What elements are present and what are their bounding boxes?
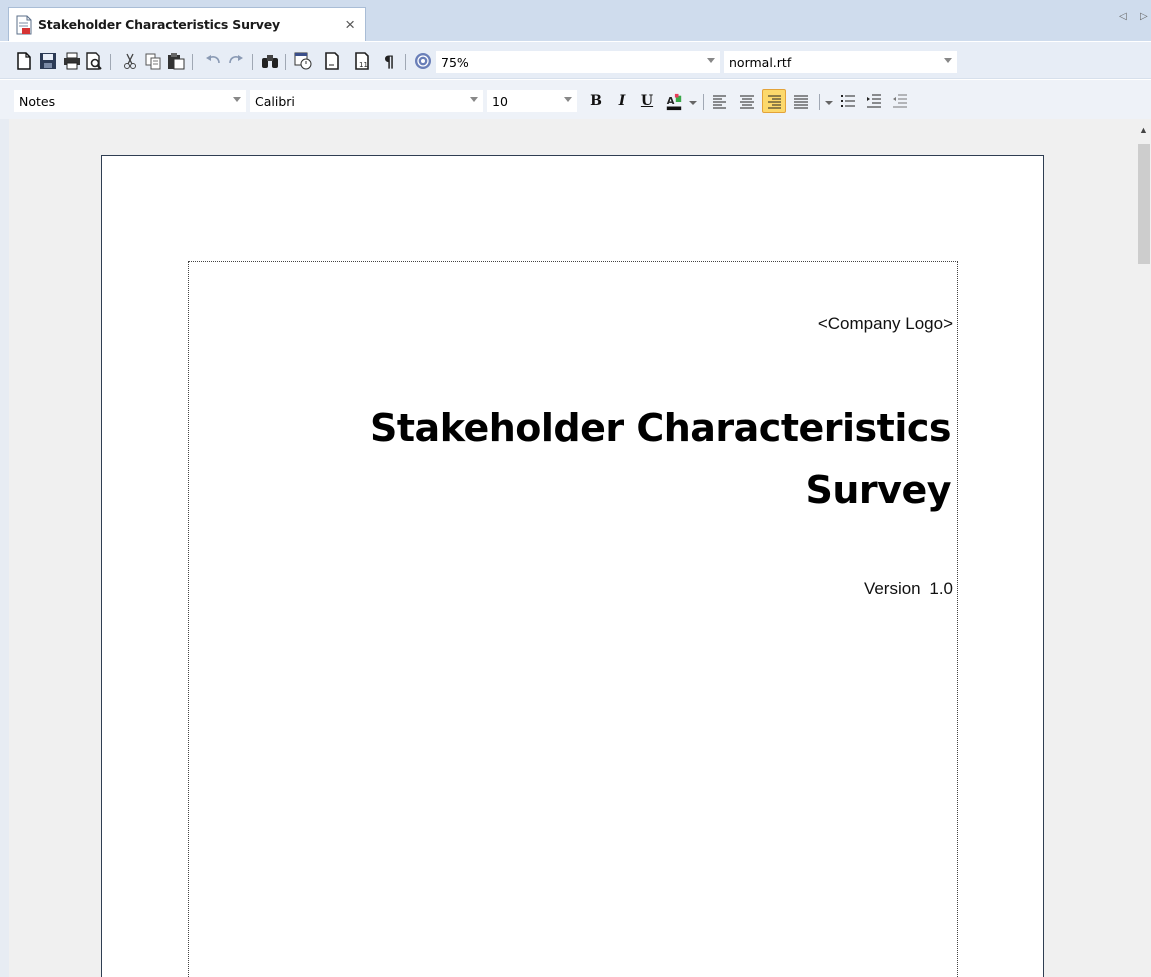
decrease-indent-icon[interactable] (888, 89, 912, 113)
toolbar-separator (819, 94, 820, 110)
company-logo-placeholder: <Company Logo> (817, 314, 953, 333)
chevron-down-icon[interactable] (944, 58, 952, 63)
document-title: Stakeholder Characteristics Survey (370, 406, 951, 512)
chevron-down-icon[interactable] (707, 58, 715, 63)
chevron-down-icon[interactable] (688, 93, 698, 113)
page-number-icon[interactable]: 11 (352, 51, 372, 71)
toolbar-separator (252, 54, 253, 70)
insert-date-icon[interactable] (293, 51, 313, 71)
toolbar-separator (285, 54, 286, 70)
align-center-button[interactable] (735, 89, 759, 113)
toolbar-separator (703, 94, 704, 110)
align-justify-button[interactable] (789, 89, 813, 113)
copy-icon[interactable] (143, 51, 163, 71)
bullet-list-icon[interactable] (836, 89, 860, 113)
toolbar-separator (110, 54, 111, 70)
help-icon[interactable] (413, 51, 433, 71)
scroll-tabs-right-icon[interactable]: ▷ (1140, 11, 1148, 22)
chevron-down-icon[interactable] (233, 97, 241, 102)
scrollbar-thumb[interactable] (1138, 144, 1150, 264)
tab-document[interactable]: Stakeholder Characteristics Survey × (8, 7, 366, 41)
template-value: normal.rtf (729, 54, 792, 70)
font-size-select[interactable]: 10 (487, 90, 577, 112)
chevron-down-icon[interactable] (824, 93, 834, 113)
scroll-tabs-left-icon[interactable]: ◁ (1119, 11, 1127, 22)
bold-button[interactable]: B (587, 91, 605, 111)
chevron-down-icon[interactable] (470, 97, 478, 102)
undo-icon[interactable] (203, 51, 223, 71)
increase-indent-icon[interactable] (862, 89, 886, 113)
zoom-value: 75% (441, 54, 469, 70)
paste-icon[interactable] (166, 51, 186, 71)
cut-icon[interactable] (120, 51, 140, 71)
rtf-document-icon (16, 15, 32, 34)
standard-toolbar: 11 ¶ 75% normal.rtf (0, 41, 1151, 79)
font-select[interactable]: Calibri (250, 90, 483, 112)
underline-button[interactable]: U (638, 91, 656, 111)
text-color-icon[interactable]: A (662, 90, 686, 114)
page-margin-boundary: <Company Logo> Stakeholder Characteristi… (188, 261, 958, 977)
document-version: Version 1.0 (863, 579, 953, 598)
italic-button[interactable]: I (613, 91, 631, 111)
document-editor[interactable]: <Company Logo> Stakeholder Characteristi… (0, 119, 1151, 977)
find-icon[interactable] (260, 51, 280, 71)
template-select[interactable]: normal.rtf (724, 51, 957, 73)
toolbar-separator (192, 54, 193, 70)
print-preview-icon[interactable] (84, 51, 104, 71)
paragraph-mark-icon[interactable]: ¶ (380, 51, 400, 71)
save-icon[interactable] (38, 51, 58, 71)
zoom-select[interactable]: 75% (436, 51, 720, 73)
svg-text:A: A (667, 96, 675, 107)
align-left-button[interactable] (708, 89, 732, 113)
svg-text:¶: ¶ (384, 52, 394, 70)
vertical-scrollbar[interactable]: ▲ (1137, 119, 1151, 977)
document-page[interactable]: <Company Logo> Stakeholder Characteristi… (101, 155, 1044, 977)
format-toolbar: Notes Calibri 10 B I U A (0, 79, 1151, 119)
chevron-down-icon[interactable] (564, 97, 572, 102)
svg-text:11: 11 (359, 61, 368, 69)
tab-close-icon[interactable]: × (345, 15, 355, 35)
toolbar-separator (405, 54, 406, 70)
redo-icon[interactable] (226, 51, 246, 71)
tab-title: Stakeholder Characteristics Survey (38, 17, 280, 32)
align-right-button[interactable] (762, 89, 786, 113)
new-document-icon[interactable] (14, 51, 34, 71)
style-value: Notes (19, 93, 56, 109)
page-icon[interactable] (322, 51, 342, 71)
print-icon[interactable] (62, 51, 82, 71)
font-size-value: 10 (492, 93, 508, 109)
style-select[interactable]: Notes (14, 90, 246, 112)
scroll-up-icon[interactable]: ▲ (1139, 125, 1148, 135)
font-value: Calibri (255, 93, 295, 109)
tab-strip: Stakeholder Characteristics Survey × ◁ ▷ (0, 0, 1151, 41)
